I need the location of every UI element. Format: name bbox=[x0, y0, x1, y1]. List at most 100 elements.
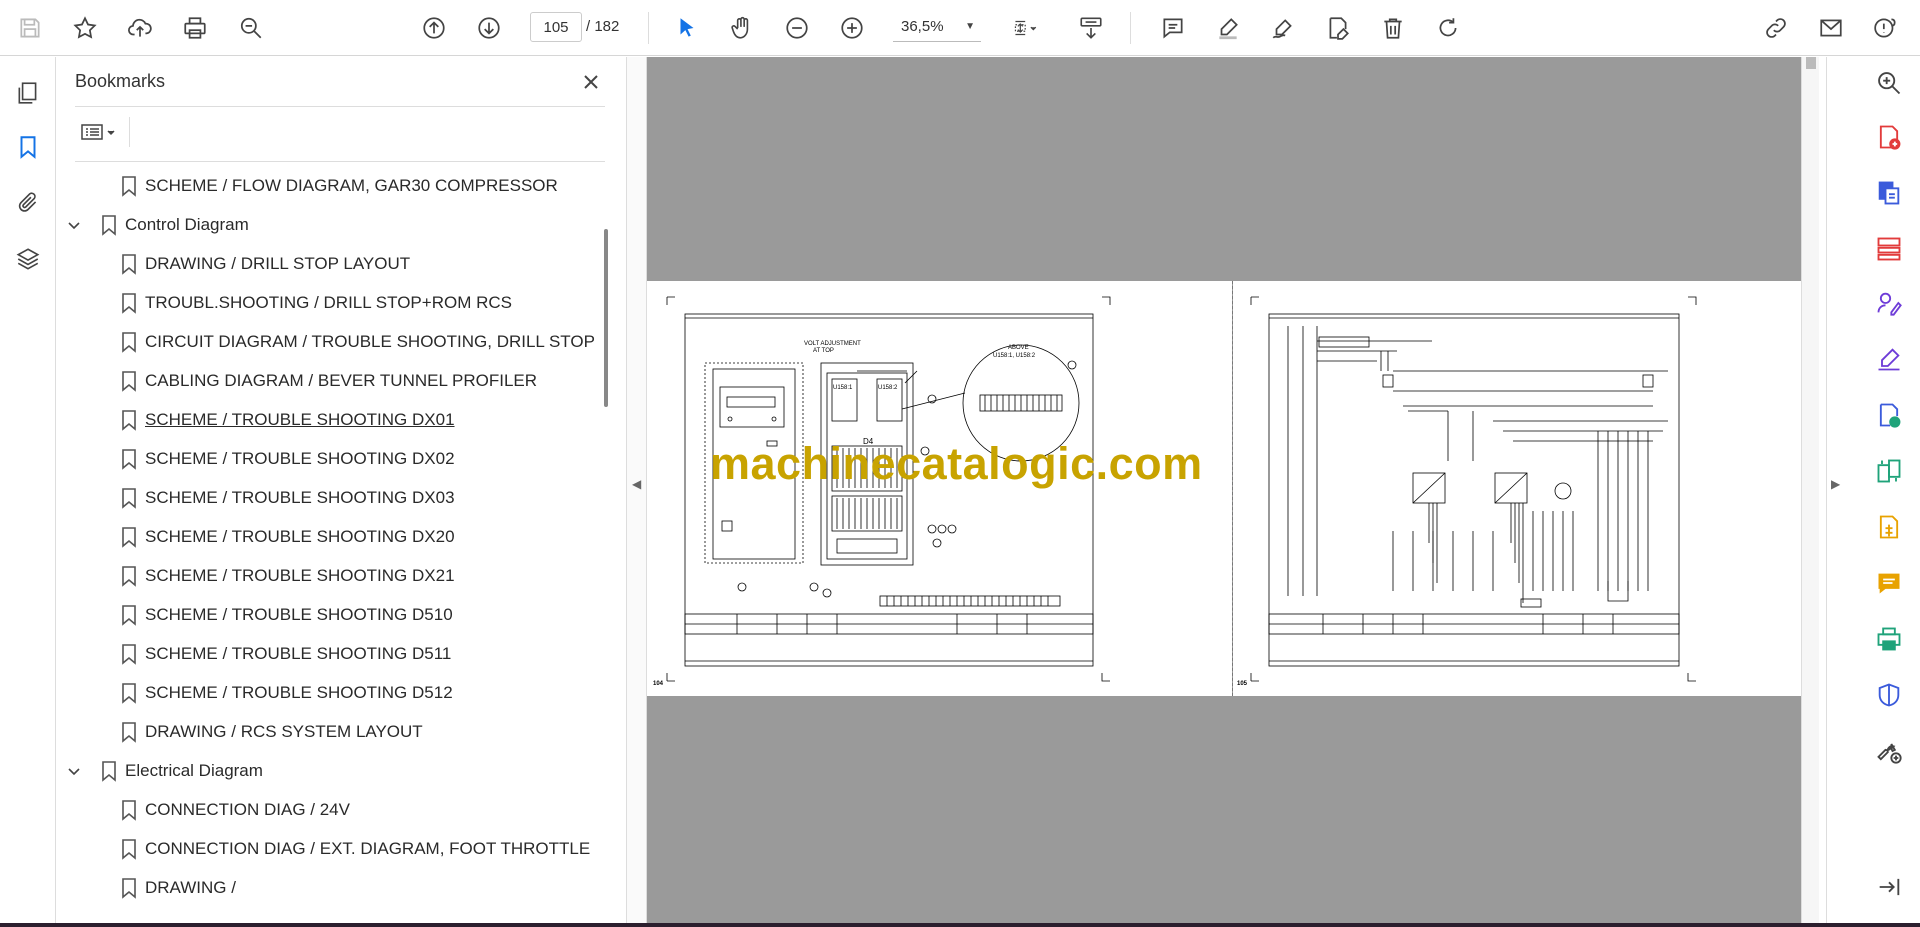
bookmark-icon bbox=[120, 877, 138, 899]
toolbar-divider bbox=[1130, 12, 1131, 44]
bookmark-label: CABLING DIAGRAM / BEVER TUNNEL PROFILER bbox=[145, 371, 538, 390]
above-label: ABOVE bbox=[1008, 345, 1029, 351]
protect-shield-icon[interactable] bbox=[1871, 677, 1907, 713]
collapse-right-icon[interactable]: ▶ bbox=[1831, 477, 1840, 491]
bookmark-item[interactable]: DRAWING / RCS SYSTEM LAYOUT bbox=[56, 713, 596, 751]
request-signature-icon[interactable] bbox=[1871, 285, 1907, 321]
panel-divider bbox=[129, 117, 130, 147]
bookmark-group[interactable]: Control Diagram bbox=[56, 206, 596, 244]
bookmark-item[interactable]: TROUBL.SHOOTING / DRILL STOP+ROM RCS bbox=[56, 284, 596, 322]
bookmark-item[interactable]: DRAWING / bbox=[56, 869, 596, 907]
bookmark-item[interactable]: CIRCUIT DIAGRAM / TROUBLE SHOOTING, DRIL… bbox=[56, 323, 596, 361]
collapse-left-icon[interactable]: ◀ bbox=[632, 477, 641, 491]
zoom-select[interactable]: 36,5% ▼ bbox=[893, 12, 981, 42]
chevron-down-icon[interactable] bbox=[66, 217, 82, 233]
u158-1-label: U158:1 bbox=[833, 385, 853, 391]
bookmark-item[interactable]: SCHEME / TROUBLE SHOOTING DX01 bbox=[56, 401, 596, 439]
bookmark-group[interactable]: Electrical Diagram bbox=[56, 752, 596, 790]
bookmark-icon bbox=[120, 409, 138, 431]
bookmark-icon bbox=[120, 643, 138, 665]
find-zoom-icon[interactable] bbox=[233, 10, 269, 46]
bookmark-label: DRAWING / RCS SYSTEM LAYOUT bbox=[145, 722, 423, 741]
bookmark-item[interactable]: SCHEME / TROUBLE SHOOTING DX02 bbox=[56, 440, 596, 478]
page-thumbnails-icon[interactable] bbox=[12, 77, 44, 109]
document-viewer[interactable]: VOLT ADJUSTMENT AT TOP U158:1 U158:2 ABO… bbox=[647, 57, 1819, 923]
bookmark-label: SCHEME / TROUBLE SHOOTING DX21 bbox=[145, 566, 455, 585]
redo-rotate-icon[interactable] bbox=[1430, 10, 1466, 46]
previous-page-icon[interactable] bbox=[416, 10, 452, 46]
document-page-105: 105 bbox=[1233, 281, 1819, 696]
bookmark-item[interactable]: SCHEME / FLOW DIAGRAM, GAR30 COMPRESSOR bbox=[56, 167, 596, 205]
save-icon[interactable] bbox=[12, 10, 48, 46]
fit-page-icon[interactable] bbox=[1002, 10, 1050, 46]
scrollbar-thumb[interactable] bbox=[1806, 57, 1816, 69]
share-link-icon[interactable] bbox=[1758, 10, 1794, 46]
send-for-review-icon[interactable] bbox=[1871, 397, 1907, 433]
bookmark-list: SCHEME / FLOW DIAGRAM, GAR30 COMPRESSOR C… bbox=[56, 167, 596, 917]
account-icon[interactable] bbox=[1868, 10, 1904, 46]
bookmark-label: Electrical Diagram bbox=[125, 761, 263, 780]
panel-resize-handle[interactable]: ◀ bbox=[626, 57, 647, 923]
delete-trash-icon[interactable] bbox=[1375, 10, 1411, 46]
email-icon[interactable] bbox=[1813, 10, 1849, 46]
comment-icon[interactable] bbox=[1155, 10, 1191, 46]
volt-adjust-label: VOLT ADJUSTMENT bbox=[804, 341, 861, 347]
draw-freehand-icon[interactable] bbox=[1265, 10, 1301, 46]
next-page-icon[interactable] bbox=[471, 10, 507, 46]
bookmark-icon bbox=[120, 604, 138, 626]
hand-tool-icon[interactable] bbox=[724, 10, 760, 46]
above-sub-label: U158:1, U158:2 bbox=[993, 353, 1036, 359]
upload-cloud-icon[interactable] bbox=[122, 10, 158, 46]
close-icon[interactable] bbox=[576, 67, 606, 97]
more-tools-icon[interactable] bbox=[1871, 733, 1907, 769]
bookmark-item[interactable]: SCHEME / TROUBLE SHOOTING DX03 bbox=[56, 479, 596, 517]
bookmark-item[interactable]: SCHEME / TROUBLE SHOOTING D511 bbox=[56, 635, 596, 673]
bookmark-scrollbar[interactable] bbox=[604, 229, 608, 407]
star-icon[interactable] bbox=[67, 10, 103, 46]
page-number-input[interactable]: 105 bbox=[530, 12, 582, 42]
bookmark-label: CONNECTION DIAG / 24V bbox=[145, 800, 350, 819]
bookmark-options-button[interactable] bbox=[75, 117, 123, 147]
export-pdf-icon[interactable] bbox=[1871, 175, 1907, 211]
organize-pages-icon[interactable] bbox=[1871, 231, 1907, 267]
fill-sign-icon[interactable] bbox=[1871, 341, 1907, 377]
zoom-out-icon[interactable] bbox=[779, 10, 815, 46]
highlight-pen-icon[interactable] bbox=[1210, 10, 1246, 46]
right-page-number: 105 bbox=[1237, 681, 1248, 687]
comment-tool-icon[interactable] bbox=[1871, 565, 1907, 601]
edit-pdf-icon[interactable] bbox=[1871, 509, 1907, 545]
bookmark-icon bbox=[120, 370, 138, 392]
bookmark-item[interactable]: CONNECTION DIAG / 24V bbox=[56, 791, 596, 829]
search-zoom-icon[interactable] bbox=[1871, 65, 1907, 101]
bookmark-item[interactable]: DRAWING / DRILL STOP LAYOUT bbox=[56, 245, 596, 283]
watermark-text: machinecatalogic.com bbox=[710, 438, 1203, 489]
print-icon[interactable] bbox=[177, 10, 213, 46]
right-tools-rail: ▶ bbox=[1826, 57, 1920, 923]
bookmark-item[interactable]: CONNECTION DIAG / EXT. DIAGRAM, FOOT THR… bbox=[56, 830, 596, 868]
document-scrollbar[interactable] bbox=[1801, 57, 1819, 923]
edit-text-icon[interactable] bbox=[1320, 10, 1356, 46]
create-pdf-icon[interactable] bbox=[1871, 119, 1907, 155]
scroll-mode-icon[interactable] bbox=[1073, 10, 1109, 46]
bookmark-item[interactable]: SCHEME / TROUBLE SHOOTING DX21 bbox=[56, 557, 596, 595]
chevron-down-icon[interactable] bbox=[66, 763, 82, 779]
bookmark-item[interactable]: SCHEME / TROUBLE SHOOTING DX20 bbox=[56, 518, 596, 556]
print-production-icon[interactable] bbox=[1871, 621, 1907, 657]
compare-files-icon[interactable] bbox=[1871, 453, 1907, 489]
bookmark-label: SCHEME / TROUBLE SHOOTING D511 bbox=[145, 644, 452, 663]
select-cursor-icon[interactable] bbox=[669, 10, 705, 46]
bookmark-label: SCHEME / TROUBLE SHOOTING DX02 bbox=[145, 449, 455, 468]
attachments-icon[interactable] bbox=[12, 187, 44, 219]
bookmark-item[interactable]: CABLING DIAGRAM / BEVER TUNNEL PROFILER bbox=[56, 362, 596, 400]
bookmark-icon bbox=[120, 565, 138, 587]
collapse-right-handle[interactable]: ▶ bbox=[1827, 57, 1847, 923]
collapse-panel-icon[interactable] bbox=[1871, 869, 1907, 905]
bookmark-item[interactable]: SCHEME / TROUBLE SHOOTING D510 bbox=[56, 596, 596, 634]
layers-icon[interactable] bbox=[12, 243, 44, 275]
bookmark-item[interactable]: SCHEME / TROUBLE SHOOTING D512 bbox=[56, 674, 596, 712]
bookmark-icon bbox=[120, 721, 138, 743]
zoom-in-icon[interactable] bbox=[834, 10, 870, 46]
bookmarks-icon[interactable] bbox=[12, 131, 44, 163]
panel-divider bbox=[75, 106, 605, 107]
bookmark-icon bbox=[100, 760, 118, 782]
